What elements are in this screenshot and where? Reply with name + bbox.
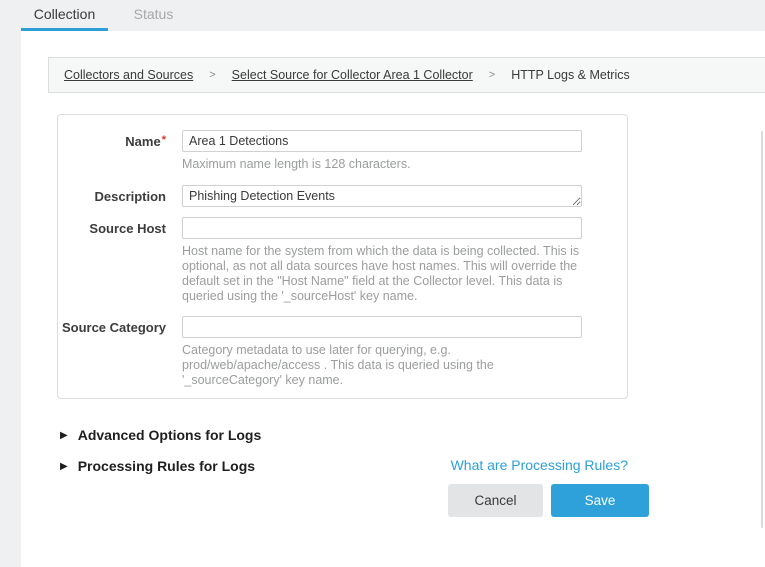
processing-rules-label: Processing Rules for Logs xyxy=(78,458,255,474)
name-help-text: Maximum name length is 128 characters. xyxy=(182,157,587,172)
source-host-label: Source Host xyxy=(58,217,182,316)
source-category-input[interactable] xyxy=(182,316,582,338)
name-label: Name* xyxy=(58,130,182,185)
page: Collection Status Collectors and Sources… xyxy=(0,0,765,567)
caret-right-icon: ▶ xyxy=(60,430,68,441)
source-config-form: Name* Maximum name length is 128 charact… xyxy=(57,114,628,399)
scrollbar-thumb[interactable] xyxy=(761,131,763,528)
advanced-options-label: Advanced Options for Logs xyxy=(78,427,262,443)
advanced-options-section-toggle[interactable]: ▶ Advanced Options for Logs xyxy=(60,427,261,443)
what-are-processing-rules-link[interactable]: What are Processing Rules? xyxy=(451,457,628,473)
source-host-input[interactable] xyxy=(182,217,582,239)
processing-rules-section-toggle[interactable]: ▶ Processing Rules for Logs xyxy=(60,458,255,474)
breadcrumb-select-source[interactable]: Select Source for Collector Area 1 Colle… xyxy=(232,68,473,82)
tab-bar: Collection Status xyxy=(21,0,199,31)
name-row: Name* Maximum name length is 128 charact… xyxy=(58,130,627,185)
breadcrumb-collectors-and-sources[interactable]: Collectors and Sources xyxy=(64,68,193,82)
tab-status[interactable]: Status xyxy=(108,0,199,31)
breadcrumb: Collectors and Sources > Select Source f… xyxy=(48,57,765,93)
source-category-help-text: Category metadata to use later for query… xyxy=(182,343,587,388)
breadcrumb-separator: > xyxy=(209,69,215,81)
caret-right-icon: ▶ xyxy=(60,461,68,472)
tab-collection[interactable]: Collection xyxy=(21,0,108,31)
cancel-button[interactable]: Cancel xyxy=(448,484,543,517)
name-label-text: Name xyxy=(125,134,160,149)
source-host-help-text: Host name for the system from which the … xyxy=(182,244,587,304)
content-area: Collectors and Sources > Select Source f… xyxy=(21,31,765,567)
form-actions: Cancel Save xyxy=(448,484,649,517)
description-input[interactable]: Phishing Detection Events xyxy=(182,185,582,207)
breadcrumb-separator: > xyxy=(489,69,495,81)
source-host-row: Source Host Host name for the system fro… xyxy=(58,217,627,316)
name-input[interactable] xyxy=(182,130,582,152)
source-category-label: Source Category xyxy=(58,316,182,388)
description-row: Description Phishing Detection Events xyxy=(58,185,627,217)
description-label: Description xyxy=(58,185,182,217)
required-asterisk: * xyxy=(162,134,166,146)
breadcrumb-current-page: HTTP Logs & Metrics xyxy=(511,68,630,82)
save-button[interactable]: Save xyxy=(551,484,649,517)
source-category-row: Source Category Category metadata to use… xyxy=(58,316,627,388)
